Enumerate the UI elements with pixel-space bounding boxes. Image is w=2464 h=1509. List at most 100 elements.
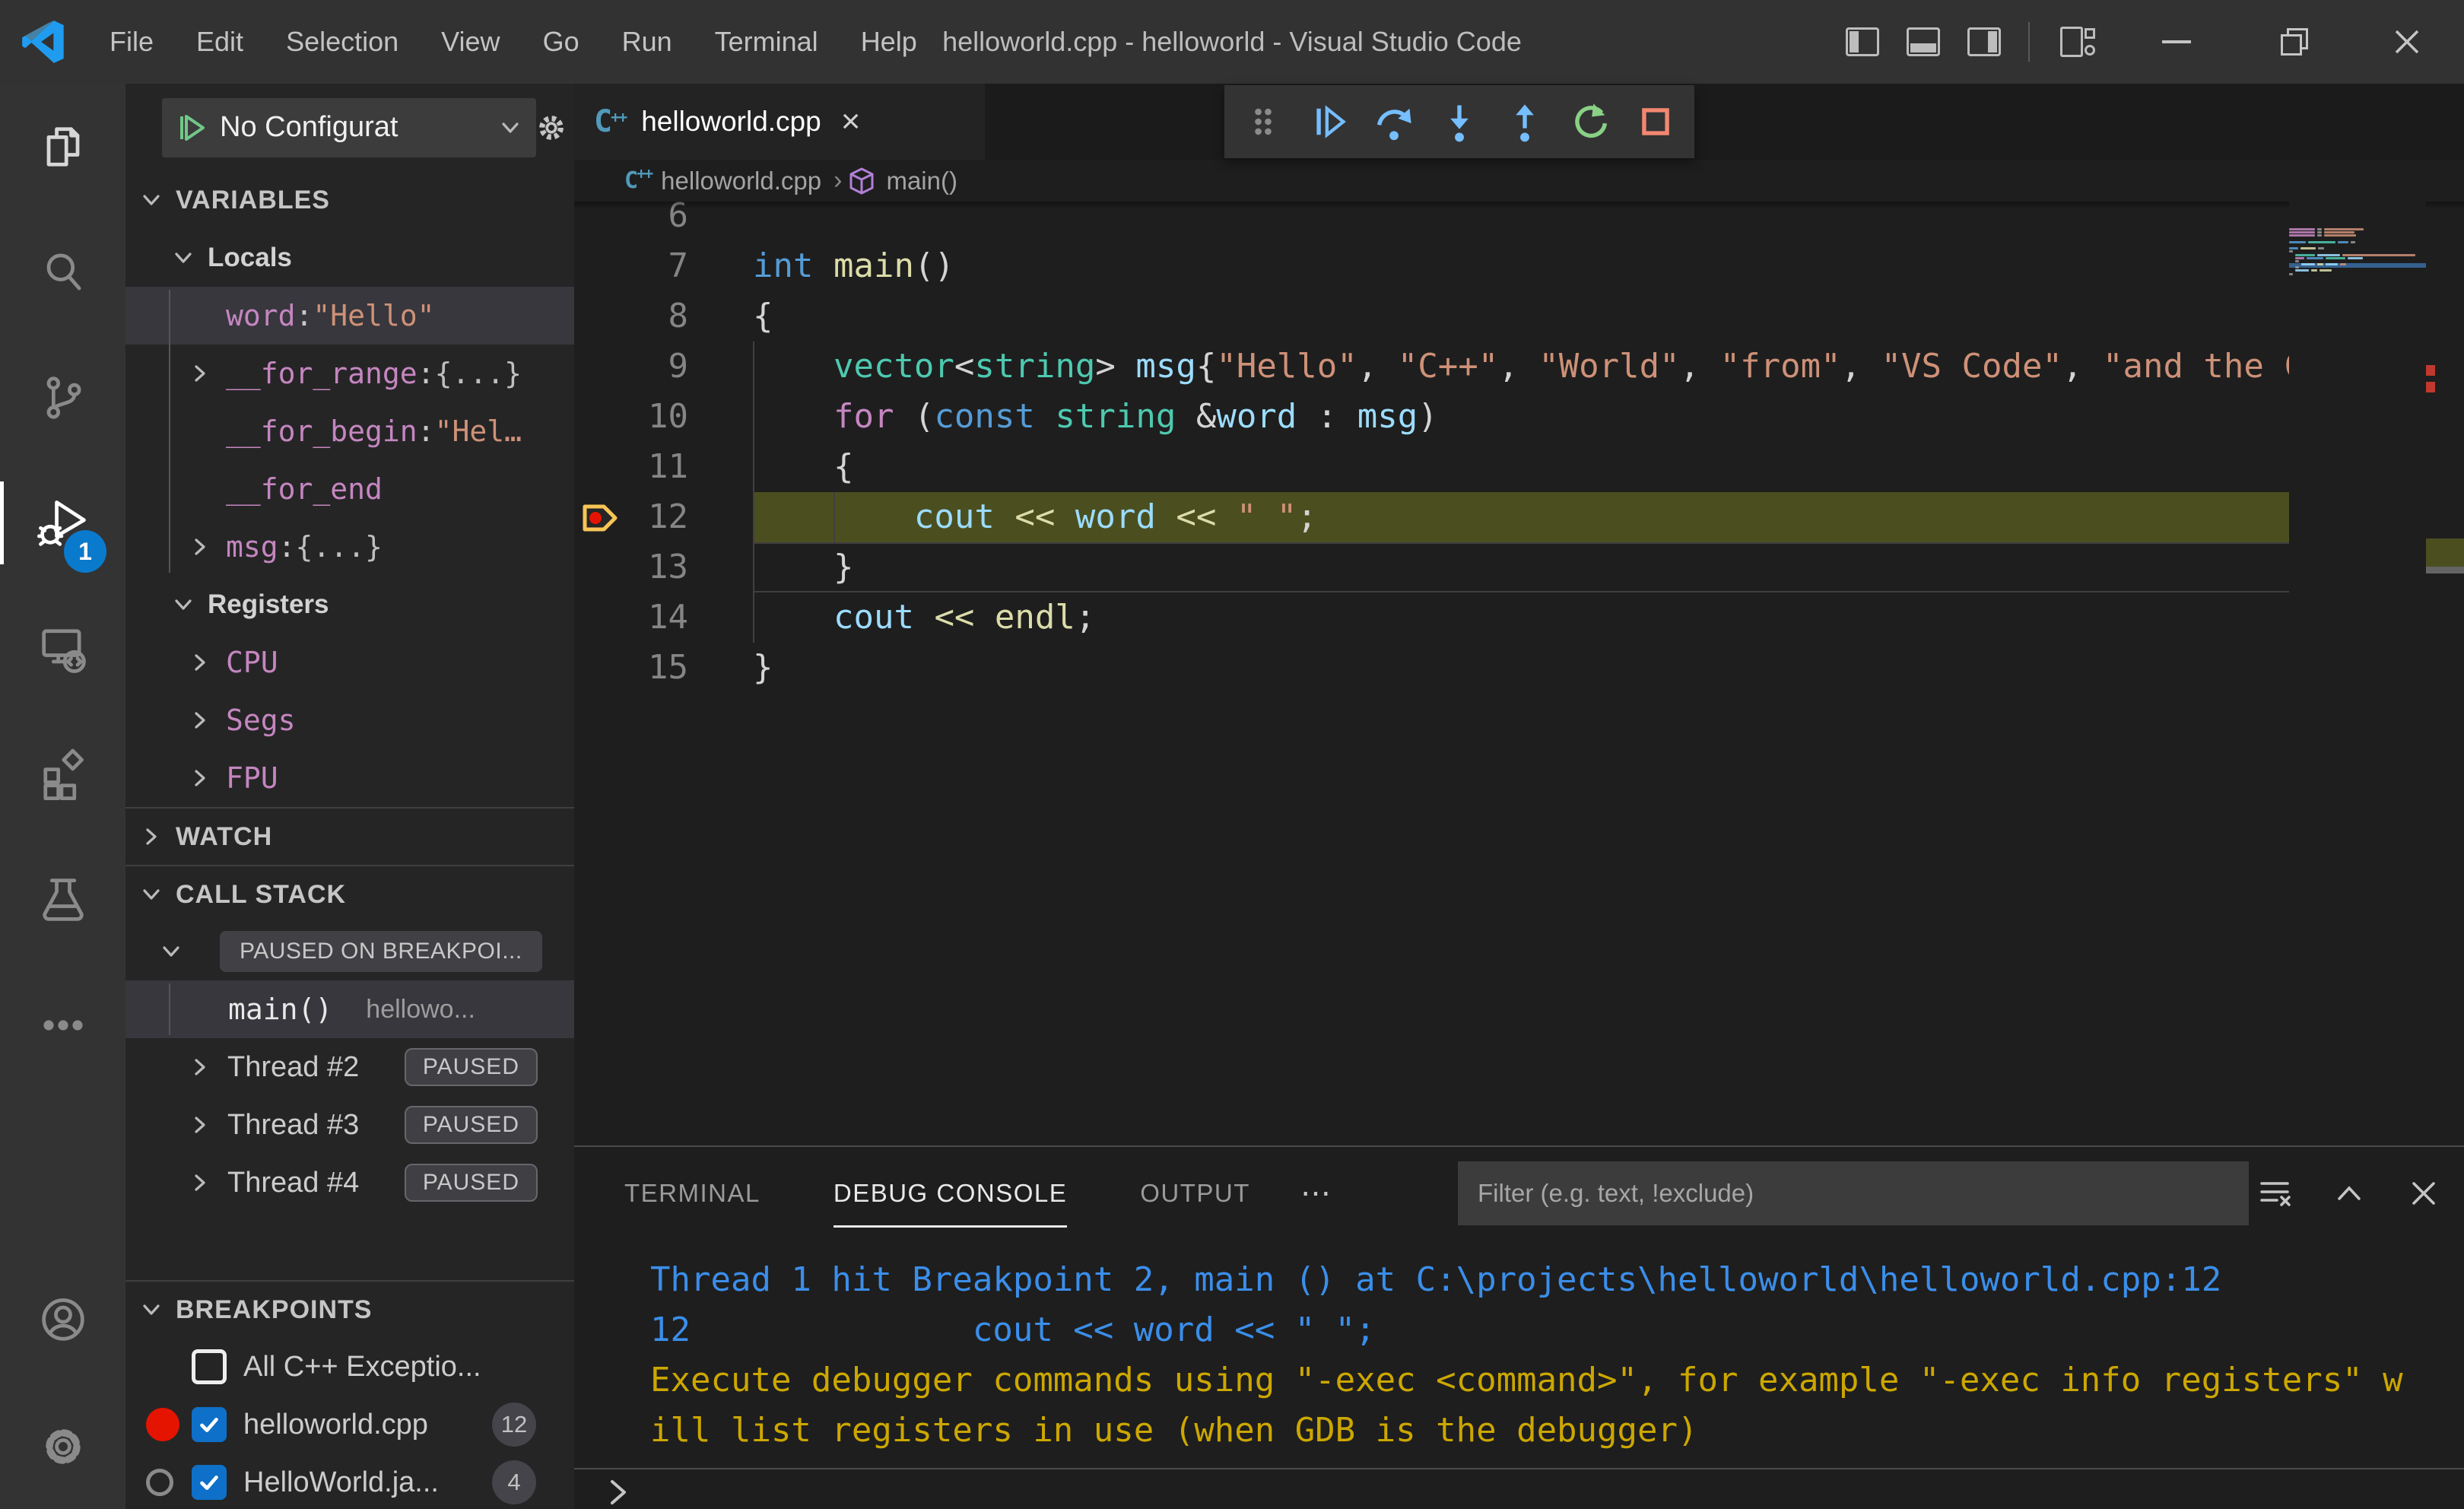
code-line-7[interactable]: 7 int main() <box>574 241 2464 291</box>
vscode-logo-icon <box>22 21 64 63</box>
breadcrumb-file[interactable]: helloworld.cpp <box>661 167 821 195</box>
drag-handle-button[interactable] <box>1236 94 1291 149</box>
accounts-button[interactable] <box>0 1258 125 1384</box>
restore-icon[interactable] <box>2281 28 2308 56</box>
thread-row-thread-4[interactable]: Thread #4 PAUSED <box>125 1154 574 1212</box>
breakpoint-row[interactable]: HelloWorld.ja... 4 <box>125 1453 574 1509</box>
close-icon[interactable] <box>2392 27 2422 57</box>
paused-status-badge: PAUSED ON BREAKPOI... <box>220 931 542 972</box>
overview-ruler[interactable] <box>2426 202 2464 1145</box>
scrollbar-slider[interactable] <box>2426 567 2464 573</box>
customize-layout-icon[interactable] <box>2060 27 2095 57</box>
stack-frame-main[interactable]: main() hellowo... <box>125 980 574 1038</box>
thread-row-thread-2[interactable]: Thread #2 PAUSED <box>125 1038 574 1096</box>
sidebar-item-source-control[interactable] <box>0 335 125 460</box>
gutter-line-9[interactable]: 9 <box>574 342 753 392</box>
scope-registers[interactable]: Registers <box>125 576 574 634</box>
debug-config-dropdown[interactable]: No Configurat <box>162 97 536 157</box>
variable-row-msg[interactable]: msg: {...} <box>125 518 574 576</box>
variable-row-__for_begin[interactable]: __for_begin: "Hel… <box>125 402 574 460</box>
console-prompt[interactable] <box>602 1476 635 1509</box>
code-line-15[interactable]: 15} <box>574 643 2464 693</box>
menu-edit[interactable]: Edit <box>175 26 265 58</box>
variable-row-__for_end[interactable]: __for_end <box>125 460 574 518</box>
clear-console-icon[interactable] <box>2257 1176 2292 1211</box>
sidebar-item-more[interactable] <box>0 962 125 1088</box>
checkbox-checked[interactable] <box>192 1407 227 1442</box>
code-line-11[interactable]: 11 { <box>574 442 2464 492</box>
tab-close-icon[interactable]: × <box>841 105 861 138</box>
step-into-button[interactable] <box>1432 94 1487 149</box>
breakpoints-section-header[interactable]: BREAKPOINTS <box>125 1280 574 1338</box>
menu-help[interactable]: Help <box>840 26 938 58</box>
variables-section-header[interactable]: VARIABLES <box>125 171 574 229</box>
breakpoint-row[interactable]: helloworld.cpp 12 <box>125 1396 574 1453</box>
panel-tab-output[interactable]: OUTPUT <box>1140 1147 1250 1240</box>
checkbox-checked[interactable] <box>192 1465 227 1500</box>
menu-file[interactable]: File <box>88 26 175 58</box>
code-line-12[interactable]: 12 cout << word << " "; <box>574 492 2464 542</box>
code-line-8[interactable]: 8{ <box>574 291 2464 342</box>
continue-button[interactable] <box>1301 94 1356 149</box>
register-group-segs[interactable]: Segs <box>125 691 574 749</box>
restart-button[interactable] <box>1563 94 1618 149</box>
breakpoint-row[interactable]: All C++ Exceptio... <box>125 1338 574 1396</box>
gutter-line-7[interactable]: 7 <box>574 241 753 291</box>
console-filter-input[interactable] <box>1458 1161 2249 1225</box>
gutter-line-15[interactable]: 15 <box>574 643 753 693</box>
scope-locals[interactable]: Locals <box>125 229 574 287</box>
watch-section-header[interactable]: WATCH <box>125 807 574 865</box>
code-line-9[interactable]: 9 vector<string> msg{"Hello", "C++", "Wo… <box>574 342 2464 392</box>
debug-console-output[interactable]: Thread 1 hit Breakpoint 2, main () at C:… <box>574 1240 2464 1456</box>
sidebar-item-remote-explorer[interactable] <box>0 586 125 711</box>
gutter-line-13[interactable]: 13 <box>574 542 753 592</box>
gutter-line-10[interactable]: 10 <box>574 392 753 442</box>
menu-view[interactable]: View <box>420 26 521 58</box>
code-line-10[interactable]: 10 for (const string &word : msg) <box>574 392 2464 442</box>
minimize-icon[interactable] <box>2162 40 2191 43</box>
gutter-line-8[interactable]: 8 <box>574 291 753 342</box>
menu-go[interactable]: Go <box>522 26 601 58</box>
code-line-6[interactable]: 6 <box>574 202 2464 241</box>
maximize-panel-icon[interactable] <box>2332 1176 2367 1211</box>
checkbox-unchecked[interactable] <box>192 1349 227 1384</box>
sidebar-item-testing[interactable] <box>0 837 125 962</box>
sidebar-item-explorer[interactable] <box>0 84 125 209</box>
toggle-panel-icon[interactable] <box>1907 27 1940 56</box>
menu-selection[interactable]: Selection <box>265 26 420 58</box>
tab-helloworld-cpp[interactable]: C++ helloworld.cpp × <box>574 84 985 160</box>
gutter-line-12[interactable]: 12 <box>574 492 753 542</box>
close-panel-icon[interactable] <box>2406 1176 2441 1211</box>
step-over-button[interactable] <box>1367 94 1421 149</box>
sidebar-item-extensions[interactable] <box>0 711 125 837</box>
gutter-line-14[interactable]: 14 <box>574 592 753 643</box>
variable-row-__for_range[interactable]: __for_range: {...} <box>125 345 574 402</box>
menu-terminal[interactable]: Terminal <box>694 26 840 58</box>
configure-gear-icon[interactable] <box>532 108 571 148</box>
step-out-button[interactable] <box>1497 94 1552 149</box>
gutter-line-6[interactable]: 6 <box>574 202 753 241</box>
variable-row-word[interactable]: word: "Hello" <box>125 287 574 345</box>
toggle-secondary-sidebar-icon[interactable] <box>1967 27 2001 56</box>
code-editor[interactable]: 6 7 int main() 8{9 vector<string> msg{"Hell… <box>574 202 2464 1145</box>
breadcrumb-symbol[interactable]: main() <box>886 167 957 195</box>
code-line-14[interactable]: 14 cout << endl; <box>574 592 2464 643</box>
sidebar-item-search[interactable] <box>0 209 125 335</box>
thread-1-row[interactable]: PAUSED ON BREAKPOI... <box>125 923 574 980</box>
settings-button[interactable] <box>0 1384 125 1509</box>
stop-button[interactable] <box>1628 94 1683 149</box>
breakpoint-current-line-icon[interactable] <box>579 497 620 538</box>
panel-tab-debug-console[interactable]: DEBUG CONSOLE <box>833 1147 1068 1240</box>
sidebar-item-run-and-debug[interactable]: 1 <box>0 460 125 586</box>
thread-row-thread-3[interactable]: Thread #3 PAUSED <box>125 1096 574 1154</box>
panel-tab-terminal[interactable]: TERMINAL <box>624 1147 760 1240</box>
minimap[interactable] <box>2289 202 2426 1145</box>
register-group-cpu[interactable]: CPU <box>125 634 574 691</box>
register-group-fpu[interactable]: FPU <box>125 749 574 807</box>
call-stack-section-header[interactable]: CALL STACK <box>125 865 574 923</box>
panel-more-icon[interactable]: ⋯ <box>1300 1176 1333 1211</box>
toggle-primary-sidebar-icon[interactable] <box>1846 27 1879 56</box>
code-line-13[interactable]: 13 } <box>574 542 2464 592</box>
gutter-line-11[interactable]: 11 <box>574 442 753 492</box>
menu-run[interactable]: Run <box>601 26 694 58</box>
